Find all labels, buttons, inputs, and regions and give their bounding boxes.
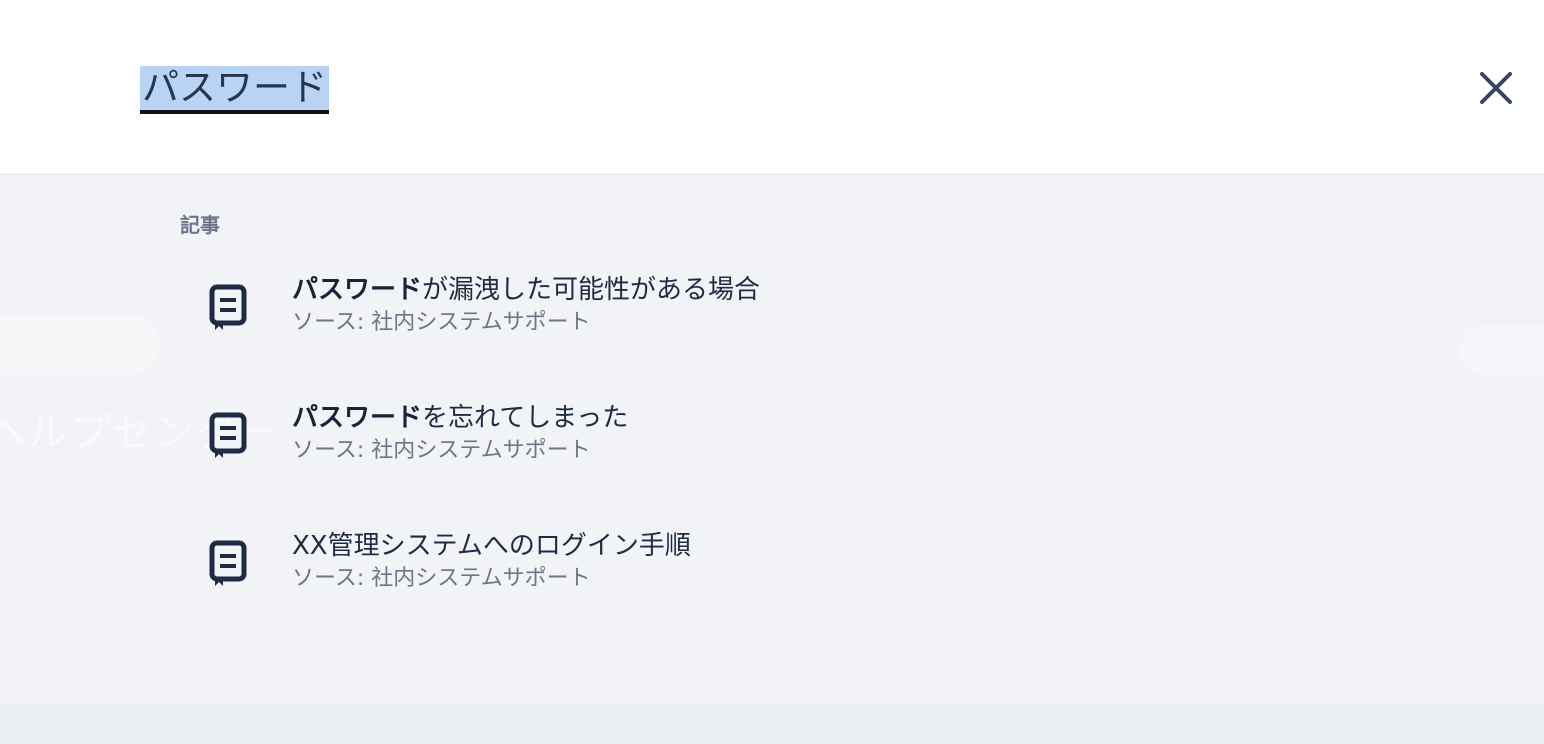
result-title-highlight: パスワード (292, 403, 423, 433)
close-button[interactable] (1474, 66, 1518, 110)
background-decoration (0, 315, 160, 375)
search-results-panel: ヘルプセンター 記事 パスワードが漏洩した可能性がある場合 ソース: 社内システ… (0, 175, 1544, 703)
result-item[interactable]: パスワードを忘れてしまった ソース: 社内システムサポート (200, 399, 900, 479)
page-footer-strip (0, 703, 1544, 744)
result-title-text: を忘れてしまった (422, 403, 629, 433)
result-title-text: が漏洩した可能性がある場合 (422, 275, 761, 305)
search-header: パスワード (0, 0, 1544, 175)
search-overlay: パスワード ヘルプセンター 記事 パスワードが漏洩した可能性がある場合 ソース:… (0, 0, 1544, 744)
result-title-text: XX管理システムへのログイン手順 (292, 531, 691, 561)
section-label-articles: 記事 (180, 213, 220, 237)
article-icon (209, 284, 247, 330)
result-item[interactable]: XX管理システムへのログイン手順 ソース: 社内システムサポート (200, 527, 900, 607)
result-title: XX管理システムへのログイン手順 (292, 529, 691, 563)
result-source: ソース: 社内システムサポート (292, 438, 591, 463)
close-icon (1480, 72, 1512, 104)
article-icon (209, 540, 247, 586)
result-title: パスワードを忘れてしまった (292, 401, 628, 435)
result-source: ソース: 社内システムサポート (292, 310, 591, 335)
result-source: ソース: 社内システムサポート (292, 566, 591, 591)
result-title-highlight: パスワード (292, 275, 423, 305)
result-item[interactable]: パスワードが漏洩した可能性がある場合 ソース: 社内システムサポート (200, 271, 900, 351)
search-input[interactable]: パスワード (140, 66, 329, 114)
background-decoration (1460, 325, 1544, 375)
article-icon (209, 412, 247, 458)
result-title: パスワードが漏洩した可能性がある場合 (292, 273, 760, 307)
